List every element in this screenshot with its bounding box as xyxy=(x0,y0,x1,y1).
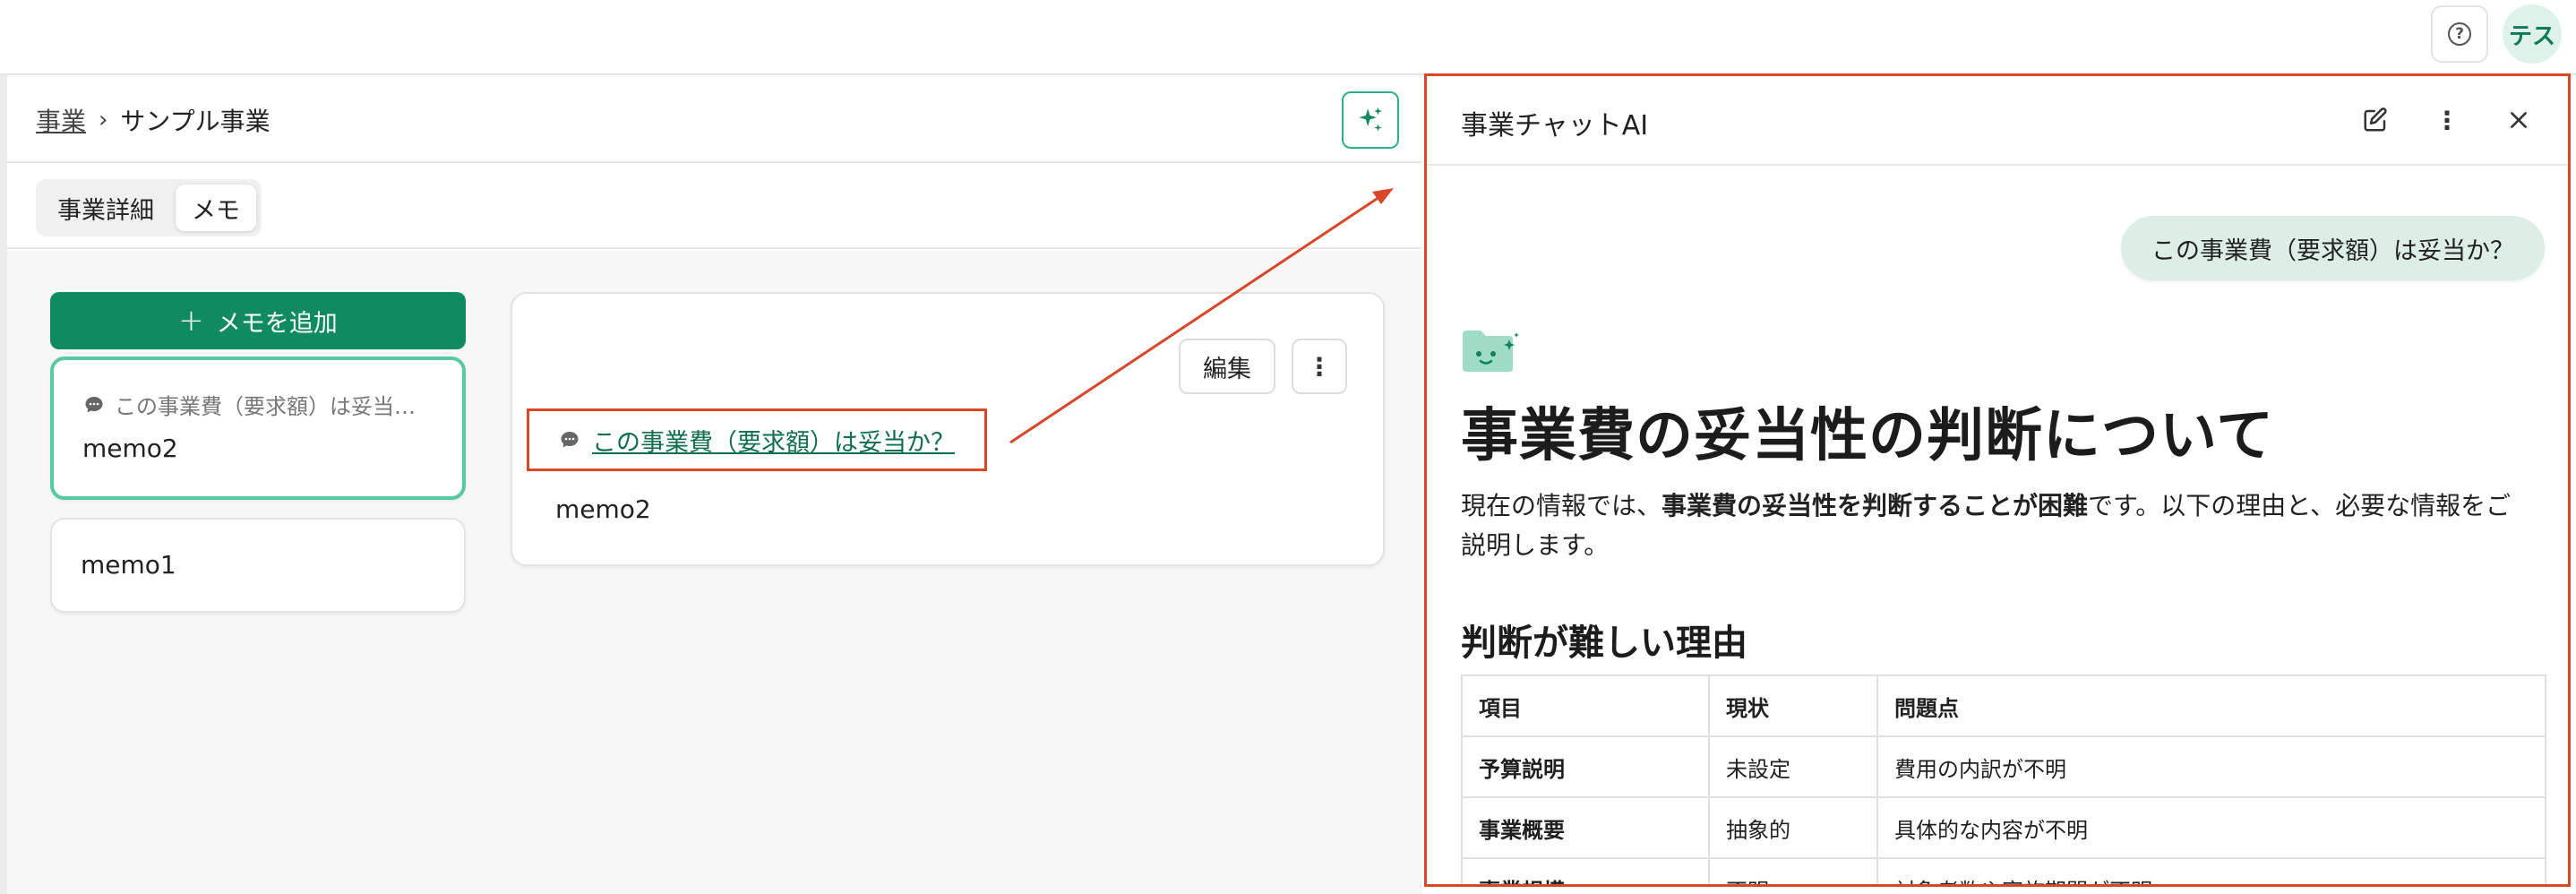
help-button[interactable]: ? xyxy=(2431,5,2488,63)
section-heading: 判断が難しい理由 xyxy=(1461,623,1747,664)
table-cell: 費用の内訳が不明 xyxy=(1876,735,2546,798)
memo-ref: この事業費（要求額）は妥当… xyxy=(82,389,416,420)
chat-header: 事業チャットAI ⋮ xyxy=(1427,76,2568,166)
answer-para-bold: 事業費の妥当性を判断することが困難 xyxy=(1662,491,2089,520)
column-header: 問題点 xyxy=(1876,675,2546,737)
memo-title: memo1 xyxy=(81,550,176,580)
table-cell: 事業概要 xyxy=(1461,796,1710,859)
kebab-menu-icon: ⋮ xyxy=(1307,351,1332,382)
chat-bubble-icon xyxy=(561,432,579,448)
sparkle-icon xyxy=(1359,107,1382,132)
edit-button[interactable]: 編集 xyxy=(1179,339,1275,394)
memo-content: + メモを追加 この事業費（要求額）は妥当… memo2 memo1 編集 ⋮ … xyxy=(7,251,1422,894)
memo-list-item[interactable]: この事業費（要求額）は妥当… memo2 xyxy=(50,357,466,500)
memo-body: memo2 xyxy=(555,494,651,524)
tab-list: 事業詳細 メモ xyxy=(36,179,262,236)
question-circle-icon: ? xyxy=(2448,22,2471,46)
memo-ref-text: この事業費（要求額）は妥当… xyxy=(115,394,416,419)
answer-heading: 事業費の妥当性の判断について xyxy=(1461,403,2275,469)
page-header: 事業 › サンプル事業 xyxy=(7,75,1422,163)
memo-ref-link-text: この事業費（要求額）は妥当か？ xyxy=(592,428,955,457)
table-row: 事業規模 不明 対象者数や実施期間が不明 xyxy=(1461,857,2546,884)
kebab-menu-icon: ⋮ xyxy=(2434,105,2460,135)
memo-detail-card: 編集 ⋮ この事業費（要求額）は妥当か？ memo2 xyxy=(511,292,1385,566)
app-root: ? テス 事業 › サンプル事業 事業詳細 メモ + メモを追加 この事業費（要… xyxy=(0,0,2576,894)
tabs-row: 事業詳細 メモ xyxy=(7,165,1422,249)
top-bar: ? テス xyxy=(0,0,2576,75)
table-cell: 未設定 xyxy=(1708,735,1878,798)
ai-folder-avatar-icon xyxy=(1463,331,1519,372)
main-area: 事業 › サンプル事業 事業詳細 メモ + メモを追加 この事業費（要求額）は妥… xyxy=(7,75,1422,894)
table-cell: 予算説明 xyxy=(1461,735,1710,798)
breadcrumb-link-jigyo[interactable]: 事業 xyxy=(36,102,86,138)
memo-list-item[interactable]: memo1 xyxy=(50,518,466,613)
tab-memo[interactable]: メモ xyxy=(176,185,256,231)
table-cell: 対象者数や実施期間が不明 xyxy=(1876,857,2546,884)
table-cell: 不明 xyxy=(1708,857,1878,884)
user-avatar[interactable]: テス xyxy=(2503,4,2562,64)
reasons-table: 項目 現状 問題点 予算説明 未設定 費用の内訳が不明 事業概要 抽象的 具体的… xyxy=(1461,675,2546,884)
chat-more-button[interactable]: ⋮ xyxy=(2426,99,2468,141)
new-chat-button[interactable] xyxy=(2355,99,2396,141)
close-icon xyxy=(2511,112,2527,128)
close-chat-button[interactable] xyxy=(2498,99,2539,141)
breadcrumb-current: サンプル事業 xyxy=(120,107,270,136)
column-header: 項目 xyxy=(1461,675,1710,737)
plus-icon: + xyxy=(178,303,204,339)
add-memo-button[interactable]: + メモを追加 xyxy=(50,292,466,349)
ai-chat-toggle-button[interactable] xyxy=(1342,91,1399,149)
memo-ref-link[interactable]: この事業費（要求額）は妥当か？ xyxy=(527,408,987,471)
breadcrumb: 事業 › サンプル事業 xyxy=(36,102,270,138)
add-memo-label: メモを追加 xyxy=(216,309,338,338)
answer-para-pre: 現在の情報では、 xyxy=(1461,491,1662,520)
more-options-button[interactable]: ⋮ xyxy=(1292,339,1347,394)
chat-panel: 事業チャットAI ⋮ この事業費（要求額）は妥当か？ 事業費の妥当性の判断につい… xyxy=(1424,73,2571,887)
user-message-bubble: この事業費（要求額）は妥当か？ xyxy=(2121,216,2545,280)
answer-paragraph: 現在の情報では、事業費の妥当性を判断することが困難です。以下の理由と、必要な情報… xyxy=(1461,486,2536,565)
sidebar-edge xyxy=(0,75,7,894)
chevron-right-icon: › xyxy=(99,107,108,133)
table-cell: 抽象的 xyxy=(1708,796,1878,859)
table-cell: 事業規模 xyxy=(1461,857,1710,884)
table-row: 事業概要 抽象的 具体的な内容が不明 xyxy=(1461,796,2546,859)
memo-title: memo2 xyxy=(82,434,178,463)
table-header-row: 項目 現状 問題点 xyxy=(1461,675,2546,737)
table-row: 予算説明 未設定 費用の内訳が不明 xyxy=(1461,735,2546,798)
edit-icon xyxy=(2364,107,2387,132)
chat-title: 事業チャットAI xyxy=(1461,110,1649,142)
chat-bubble-icon xyxy=(85,396,103,412)
tab-business-detail[interactable]: 事業詳細 xyxy=(41,185,170,231)
column-header: 現状 xyxy=(1708,675,1878,737)
table-cell: 具体的な内容が不明 xyxy=(1876,796,2546,859)
